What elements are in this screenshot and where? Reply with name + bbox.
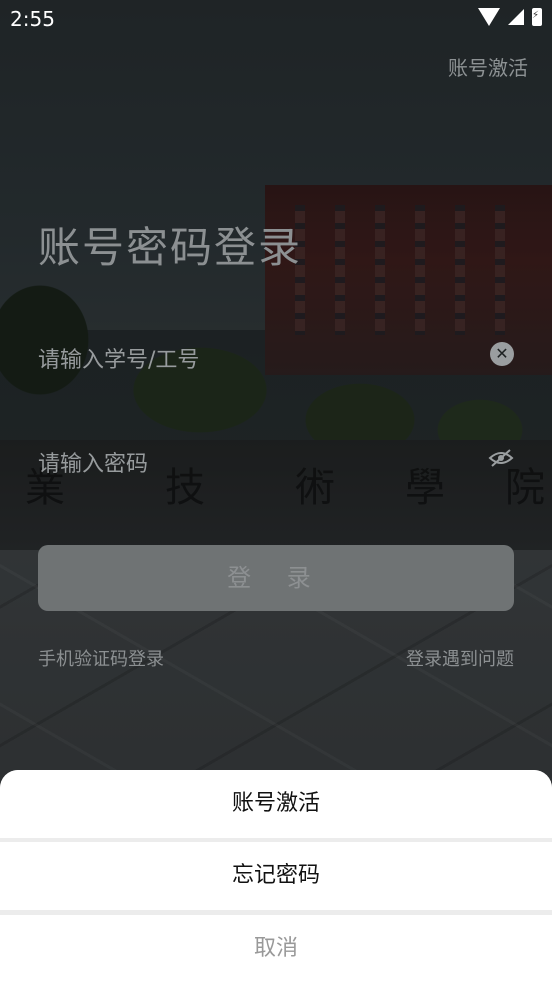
login-trouble-link[interactable]: 登录遇到问题 (406, 645, 514, 671)
username-placeholder: 请输入学号/工号 (38, 348, 200, 373)
status-bar: 2:55 (0, 0, 552, 38)
signal-icon (508, 9, 524, 25)
password-placeholder: 请输入密码 (38, 452, 149, 477)
clear-icon[interactable]: ✕ (490, 342, 514, 366)
battery-icon (532, 8, 542, 26)
page-title: 账号密码登录 (38, 223, 303, 272)
cancel-button[interactable]: 取消 (0, 915, 552, 983)
activate-account-link[interactable]: 账号激活 (448, 52, 528, 81)
sheet-item-forgot-password[interactable]: 忘记密码 (0, 842, 552, 910)
password-field[interactable]: 请输入密码 (38, 446, 514, 486)
eye-off-icon[interactable] (488, 448, 514, 468)
sheet-item-activate-account[interactable]: 账号激活 (0, 770, 552, 838)
sms-login-link[interactable]: 手机验证码登录 (38, 645, 164, 671)
bottom-sheet: 账号激活 忘记密码 取消 (0, 770, 552, 983)
username-field[interactable]: 请输入学号/工号 ✕ (38, 342, 514, 382)
login-button[interactable]: 登 录 (38, 545, 514, 611)
wifi-icon (478, 8, 500, 26)
status-time: 2:55 (10, 7, 55, 31)
